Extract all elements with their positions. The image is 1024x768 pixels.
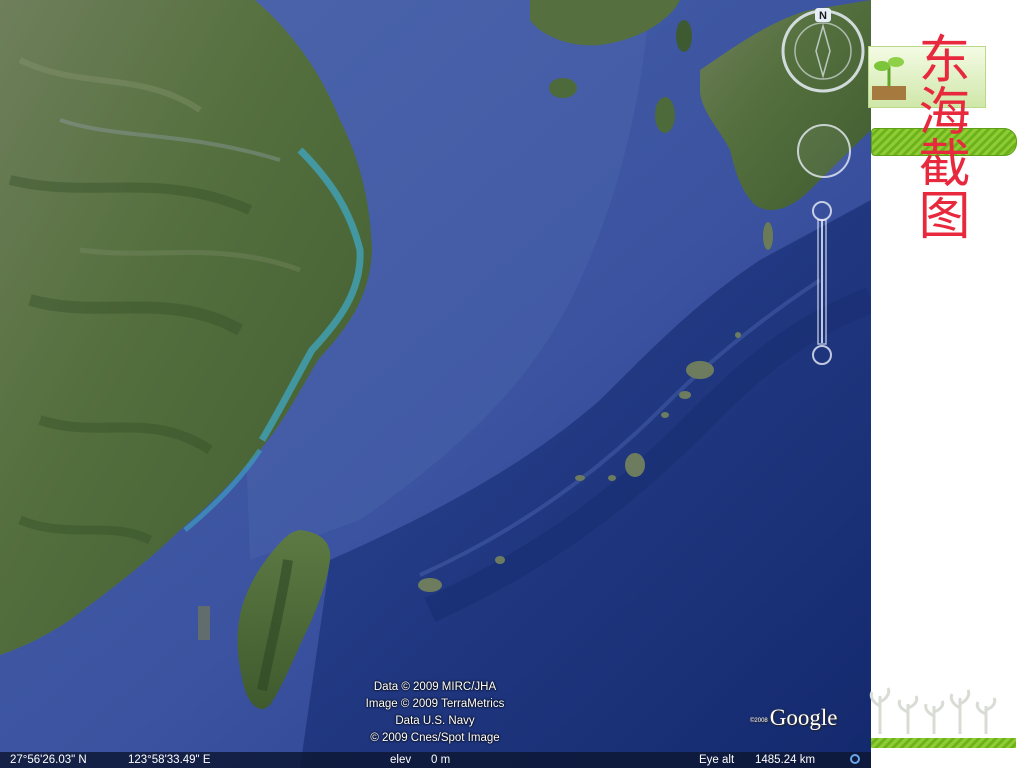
elevation-readout: 0 m: [431, 754, 451, 766]
latitude-readout: 27°56'26.03" N: [10, 754, 87, 766]
eye-alt-label: Eye alt: [699, 754, 735, 766]
bottom-stripe: [871, 738, 1016, 748]
map-imagery: [0, 0, 871, 768]
satellite-map[interactable]: N Data © 2009 MIRC/JHA Image © 2009 Terr…: [0, 0, 871, 768]
logo-copyright: ©2008: [750, 717, 768, 724]
status-bar: 27°56'26.03" N 123°58'33.49" E elev 0 m …: [0, 752, 871, 768]
elevation-label: elev: [390, 754, 412, 766]
look-joystick-icon[interactable]: [795, 122, 853, 180]
google-logo: ©2008Google: [750, 705, 838, 731]
logo-wordmark: Google: [769, 705, 838, 730]
eye-alt-readout: 1485.24 km: [755, 754, 816, 766]
attribution-line: Data U.S. Navy: [395, 715, 475, 727]
attribution-line: Image © 2009 TerraMetrics: [365, 698, 505, 710]
imagery-attribution: Data © 2009 MIRC/JHA Image © 2009 TerraM…: [330, 679, 540, 747]
attribution-line: Data © 2009 MIRC/JHA: [373, 681, 497, 693]
page-title: 东海截图: [909, 32, 969, 240]
zoom-slider-icon[interactable]: [809, 198, 835, 370]
slide: N Data © 2009 MIRC/JHA Image © 2009 Terr…: [0, 0, 1024, 768]
compass-north-label: N: [819, 10, 827, 22]
streaming-indicator-icon: [850, 754, 860, 764]
compass-icon[interactable]: N: [778, 6, 868, 96]
longitude-readout: 123°58'33.49" E: [128, 754, 211, 766]
attribution-line: © 2009 Cnes/Spot Image: [370, 732, 500, 744]
sprout-decoration-icon: [869, 687, 997, 734]
sprout-icon: [872, 57, 906, 100]
